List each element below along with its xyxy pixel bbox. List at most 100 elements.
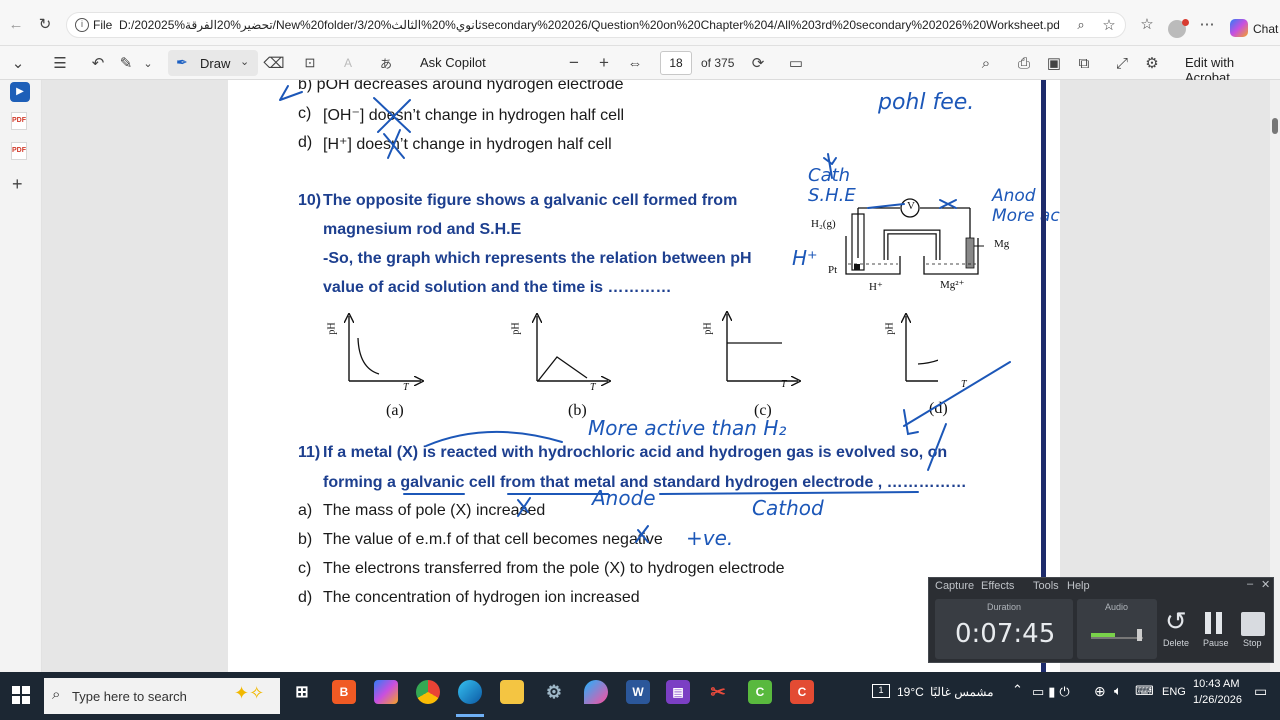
page-view-icon[interactable]: ▭ [788,55,804,72]
clock-time[interactable]: 10:43 AM [1193,678,1239,690]
copilot-icon[interactable] [1230,19,1248,37]
recorder-menu-capture[interactable]: Capture [935,580,974,592]
language-indicator[interactable]: ENG [1162,686,1186,698]
draw-button[interactable]: ✒ Draw ⌄ [168,50,258,76]
settings-gear-icon[interactable]: ⚙ [1144,55,1160,72]
zoom-out-icon[interactable]: − [566,53,582,72]
search-icon: ⌕ [52,686,61,703]
settings-app-icon[interactable]: ⚙ [542,680,566,704]
pdf-tab-icon-2[interactable]: PDF [11,142,27,160]
search-icon[interactable]: ⌕ [978,55,994,72]
save-as-icon[interactable]: ⧉ [1076,55,1092,72]
duration-label: Duration [987,602,1022,612]
play-icon[interactable]: ▶ [10,82,30,102]
undo-icon[interactable]: ↶ [90,55,106,72]
duration-value: 0:07:45 [955,619,1056,649]
duration-panel: Duration 0:07:45 [935,599,1073,659]
audio-volume-thumb[interactable] [1137,629,1142,641]
notification-dot [1182,19,1189,26]
ink-text-more-active-than-h2: More active than H₂ [588,416,787,440]
address-field[interactable]: i File D:/202025%تحضير%20الفرقة/New%20fo… [66,12,1126,38]
highlight-icon[interactable]: ✎ [118,55,134,72]
tools-app-icon[interactable]: ✂ [706,680,730,704]
minimize-icon[interactable]: – [1247,578,1253,590]
recorder-menu-tools[interactable]: Tools [1033,580,1059,592]
chrome-icon[interactable] [416,680,440,704]
highlight-dropdown-icon[interactable]: ⌄ [142,55,154,71]
brave-browser-icon[interactable]: B [332,680,356,704]
windows-start-icon[interactable] [12,686,30,704]
camtasia-recorder-icon[interactable]: C [748,680,772,704]
volume-icon[interactable]: 🔈︎ [1114,683,1122,699]
rotate-icon[interactable]: ⟳ [750,55,766,72]
text-box-icon[interactable]: ⊡ [302,55,318,71]
print-icon[interactable]: ⎙ [1016,55,1032,72]
stop-icon [1241,612,1265,636]
chevron-down-icon[interactable]: ⌄ [10,55,26,72]
delete-label: Delete [1163,638,1190,648]
pdf-tab-icon[interactable]: PDF [11,112,27,130]
audio-panel: Audio [1077,599,1157,659]
add-tab-icon[interactable]: + [12,174,23,195]
favorites-icon[interactable]: ☆ [1138,16,1156,33]
taskbar-search-placeholder: Type here to search [72,689,187,704]
audio-volume-slider[interactable] [1091,637,1143,639]
edge-icon[interactable] [458,680,482,704]
paint-drop-icon[interactable] [584,680,608,704]
browser-address-bar: ← ↻ i File D:/202025%تحضير%20الفرقة/New%… [0,0,1280,46]
network-icon[interactable]: ⊕ [1094,683,1106,700]
stop-button[interactable]: Stop [1239,610,1271,656]
ink-text-top-right: pohl fee. [878,90,975,115]
delete-icon: ↺ [1165,606,1187,636]
pdf-toolbar: ⌄ ☰ ↶ ✎ ⌄ ✒ Draw ⌄ ⌫ ⊡ A あ Ask Copilot −… [0,46,1280,85]
scrollbar-thumb[interactable] [1272,118,1278,134]
keyboard-icon[interactable]: ⌨ [1135,683,1154,699]
tray-app-icons[interactable]: ▭▮⏻ [1032,684,1074,700]
copilot-app-icon[interactable] [374,680,398,704]
word-icon[interactable]: W [626,680,650,704]
camtasia-editor-icon[interactable]: C [790,680,814,704]
translate-icon[interactable]: あ [376,55,396,71]
chat-label[interactable]: Chat [1253,22,1278,36]
refresh-icon[interactable]: ↻ [36,16,54,33]
fit-page-icon[interactable]: ⇔ [626,55,644,72]
file-label: File [93,18,113,32]
zoom-icon[interactable]: ⌕ [1073,17,1089,33]
clock-date[interactable]: 1/26/2026 [1193,694,1242,706]
notification-center-icon[interactable]: ▭ [1254,683,1267,700]
ink-text-anode-more-active: Anod More acti [992,186,1060,226]
recorder-menu-effects[interactable]: Effects [981,580,1014,592]
save-icon[interactable]: ▣ [1046,55,1062,72]
info-icon[interactable]: i [75,18,89,32]
weather-icon[interactable]: 1 [872,684,890,698]
back-icon[interactable]: ← [8,16,24,33]
recorder-menu-help[interactable]: Help [1067,580,1090,592]
weather-temp[interactable]: 19°C [897,685,924,699]
page-number-input[interactable]: 18 [660,51,692,75]
delete-button[interactable]: ↺ Delete [1161,606,1197,656]
file-explorer-icon[interactable] [500,680,524,704]
zoom-in-icon[interactable]: + [596,53,612,72]
url-text[interactable]: D:/202025%تحضير%20الفرقة/New%20folder/3/… [119,18,1059,32]
more-menu-icon[interactable]: ⋯ [1198,16,1216,33]
task-view-icon[interactable]: ⊞ [290,680,314,704]
draw-label: Draw [200,56,231,71]
notes-app-icon[interactable]: ▤ [666,680,690,704]
weather-text[interactable]: مشمس غالبًا [930,685,994,699]
stop-label: Stop [1243,638,1262,648]
fullscreen-icon[interactable]: ⤢ [1114,55,1130,72]
pause-button[interactable]: Pause [1201,610,1233,656]
total-pages: of 375 [701,56,735,70]
screen-recorder-widget: Capture Effects Tools Help – ✕ Duration … [928,577,1274,663]
tray-chevron-icon[interactable]: ⌃ [1012,682,1023,698]
contents-list-icon[interactable]: ☰ [52,55,68,72]
ink-text-cathode-she: Cath S.H.E [808,165,856,206]
taskbar-search-box[interactable]: ⌕ Type here to search ✦✧ [44,678,280,714]
favorite-star-icon[interactable]: ☆ [1101,17,1117,34]
ask-copilot-button[interactable]: Ask Copilot [420,55,486,70]
read-aloud-icon[interactable]: A [340,55,356,71]
close-icon[interactable]: ✕ [1261,578,1270,591]
eraser-icon[interactable]: ⌫ [263,55,284,72]
ink-text-h-plus: H⁺ [792,246,818,270]
audio-label: Audio [1105,602,1129,612]
